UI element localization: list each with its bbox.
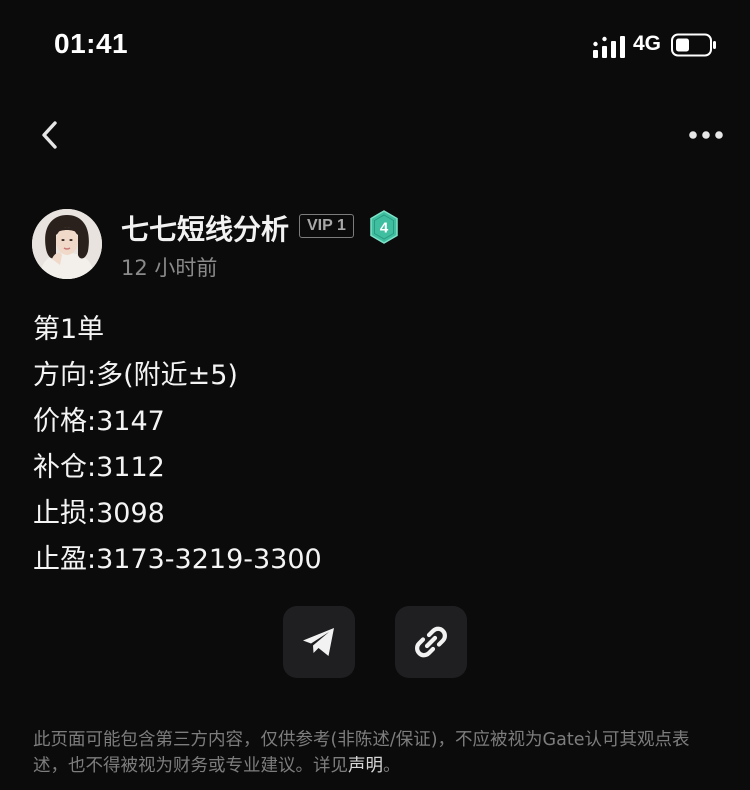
disclaimer-suffix: 。 bbox=[383, 756, 401, 776]
chevron-left-icon bbox=[42, 121, 57, 149]
level-badge-icon: 4 bbox=[370, 210, 398, 244]
copy-link-button[interactable] bbox=[395, 606, 467, 678]
post-line: 补仓:3112 bbox=[33, 452, 165, 483]
author-header: 七七短线分析 VIP 1 4 12 小时前 bbox=[32, 207, 732, 285]
network-type: 4G bbox=[633, 32, 662, 55]
more-horizontal-icon bbox=[689, 131, 723, 139]
post-line: 价格:3147 bbox=[33, 406, 165, 437]
nav-bar bbox=[0, 105, 750, 165]
post-line: 止损:3098 bbox=[33, 498, 165, 529]
vip-badge-label: VIP 1 bbox=[307, 217, 346, 234]
back-button[interactable] bbox=[30, 115, 70, 155]
status-time: 01:41 bbox=[54, 28, 129, 59]
post-timestamp: 12 小时前 bbox=[121, 256, 218, 280]
avatar[interactable] bbox=[32, 209, 102, 279]
author-name[interactable]: 七七短线分析 bbox=[121, 208, 289, 248]
vip-badge: VIP 1 bbox=[299, 214, 354, 238]
signal-strength-icon bbox=[593, 36, 625, 58]
disclaimer-statement-link[interactable]: 声明 bbox=[348, 756, 383, 776]
share-actions bbox=[283, 606, 467, 678]
telegram-icon bbox=[303, 628, 334, 656]
avatar-image bbox=[32, 209, 102, 279]
post-line: 方向:多(附近±5) bbox=[33, 360, 238, 391]
link-icon bbox=[415, 626, 447, 658]
post-line: 止盈:3173-3219-3300 bbox=[33, 544, 322, 575]
post-line: 第1单 bbox=[33, 314, 105, 345]
disclaimer: 此页面可能包含第三方内容，仅供参考(非陈述/保证)，不应被视为Gate认可其观点… bbox=[33, 727, 723, 779]
battery-icon bbox=[671, 33, 716, 57]
post-content: 第1单 方向:多(附近±5) 价格:3147 补仓:3112 止损:3098 止… bbox=[33, 307, 723, 583]
more-options-button[interactable] bbox=[684, 115, 728, 155]
level-number: 4 bbox=[380, 220, 389, 237]
status-bar: 01:41 4G bbox=[0, 0, 750, 90]
telegram-share-button[interactable] bbox=[283, 606, 355, 678]
